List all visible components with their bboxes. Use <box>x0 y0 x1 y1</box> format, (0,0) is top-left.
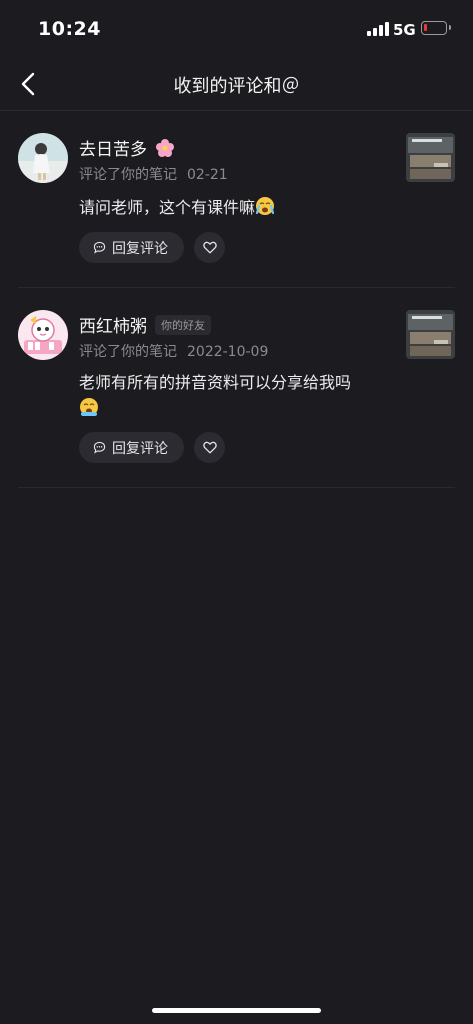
comment-text-line: 请问老师，这个有课件嘛 <box>79 195 409 221</box>
user-line: 西红柿粥 你的好友 <box>79 312 211 337</box>
username[interactable]: 去日苦多 <box>79 135 147 160</box>
comment-date: 2022-10-09 <box>187 344 269 360</box>
battery-low-icon <box>421 21 451 35</box>
username[interactable]: 西红柿粥 <box>79 312 147 337</box>
network-type: 5G <box>393 21 416 39</box>
user-line: 去日苦多 <box>79 135 175 160</box>
comment-meta: 评论了你的笔记 02-21 <box>79 164 228 184</box>
note-thumbnail[interactable] <box>406 133 455 182</box>
reply-label: 回复评论 <box>112 240 168 257</box>
home-indicator[interactable] <box>152 1008 321 1013</box>
comment-text[interactable]: 请问老师，这个有课件嘛 <box>79 198 255 217</box>
reply-button[interactable]: 回复评论 <box>79 232 184 263</box>
comment-actions: 回复评论 <box>79 432 225 463</box>
comment-text[interactable]: 老师有所有的拼音资料可以分享给我吗 <box>79 373 351 392</box>
nav-bar: 收到的评论和＠ <box>0 60 473 111</box>
page-title: 收到的评论和＠ <box>173 76 300 97</box>
avatar[interactable] <box>18 133 68 183</box>
friend-badge: 你的好友 <box>155 314 211 335</box>
reply-label: 回复评论 <box>112 440 168 457</box>
action-text: 评论了你的笔记 <box>79 167 177 183</box>
avatar[interactable] <box>18 310 68 360</box>
comment-item: 去日苦多 评论了你的笔记 02-21 请问老师，这个有课件嘛 回复评论 <box>18 111 455 288</box>
comment-date: 02-21 <box>187 167 228 183</box>
action-text: 评论了你的笔记 <box>79 344 177 360</box>
comment-item: 西红柿粥 你的好友 评论了你的笔记 2022-10-09 老师有所有的拼音资料可以… <box>18 288 455 488</box>
crying-emoji-icon <box>80 398 98 416</box>
like-button[interactable] <box>194 232 225 263</box>
status-time: 10:24 <box>38 18 101 40</box>
chat-bubble-icon <box>93 441 106 454</box>
signal-icon <box>367 22 389 36</box>
reply-button[interactable]: 回复评论 <box>79 432 184 463</box>
like-button[interactable] <box>194 432 225 463</box>
crying-emoji-icon <box>255 197 275 215</box>
comment-text-line: 老师有所有的拼音资料可以分享给我吗 <box>79 370 389 422</box>
comment-meta: 评论了你的笔记 2022-10-09 <box>79 341 268 361</box>
chat-bubble-icon <box>93 241 106 254</box>
flower-emoji-icon <box>156 138 174 157</box>
heart-icon <box>202 241 217 254</box>
heart-icon <box>202 441 217 454</box>
status-bar: 10:24 5G <box>0 0 473 60</box>
note-thumbnail[interactable] <box>406 310 455 359</box>
comment-actions: 回复评论 <box>79 232 225 263</box>
